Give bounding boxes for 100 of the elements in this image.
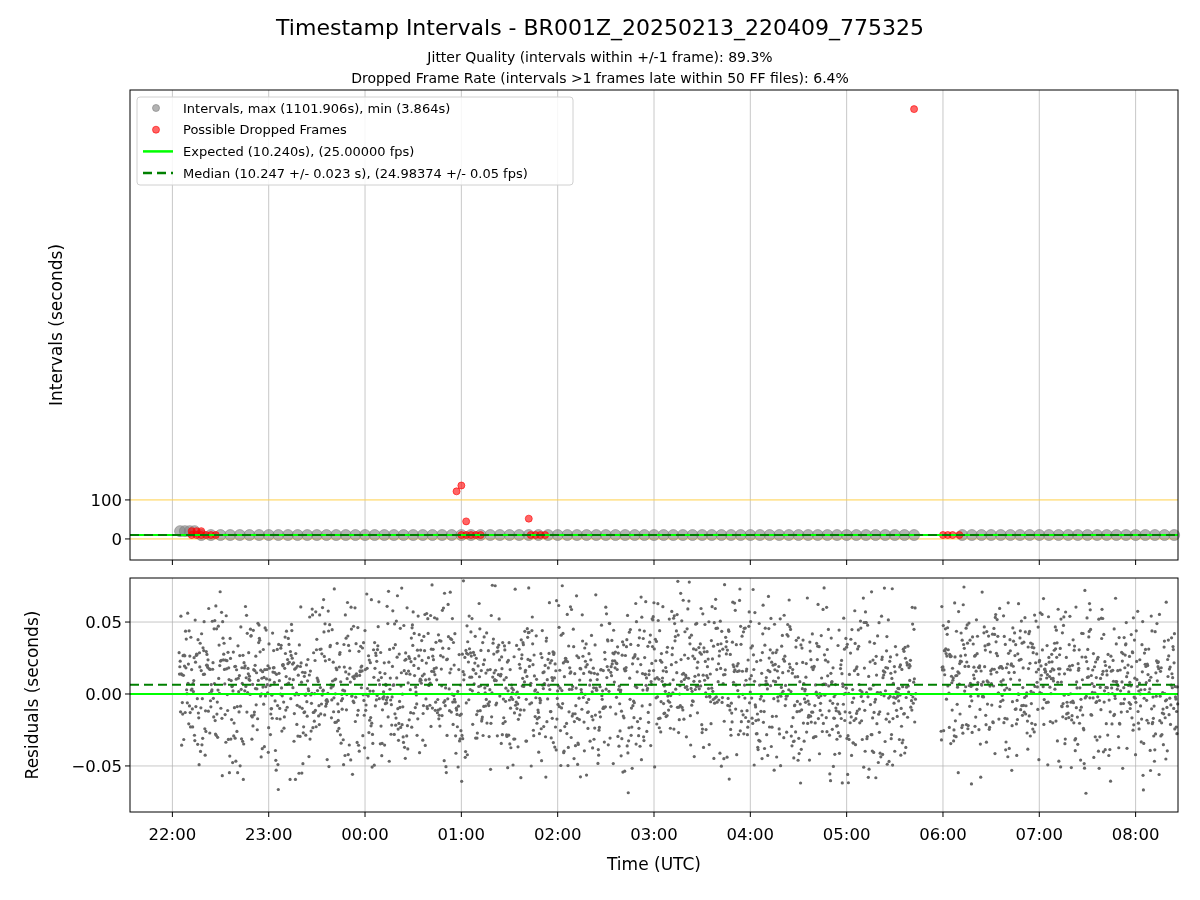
data-point bbox=[330, 529, 343, 542]
data-point bbox=[1062, 529, 1075, 542]
x-tick-label: 08:00 bbox=[1111, 825, 1160, 844]
data-point bbox=[609, 529, 622, 542]
x-tick-label: 04:00 bbox=[726, 825, 775, 844]
data-point bbox=[310, 529, 323, 542]
y-tick-label: 0 bbox=[111, 529, 122, 549]
data-point bbox=[943, 531, 952, 540]
data-point bbox=[1052, 529, 1065, 542]
data-point bbox=[580, 529, 593, 542]
data-point bbox=[368, 529, 381, 542]
data-point bbox=[879, 529, 892, 542]
data-point bbox=[599, 529, 612, 542]
x-tick-label: 02:00 bbox=[533, 825, 582, 844]
data-point bbox=[378, 529, 391, 542]
data-point bbox=[667, 529, 680, 542]
legend-label: Possible Dropped Frames bbox=[183, 122, 347, 138]
x-tick-label: 00:00 bbox=[341, 825, 389, 844]
y-tick-label: −0.05 bbox=[71, 756, 122, 776]
data-point bbox=[359, 529, 372, 542]
data-point bbox=[869, 529, 882, 542]
data-point bbox=[493, 529, 506, 542]
data-point bbox=[262, 529, 275, 542]
data-point bbox=[686, 529, 699, 542]
data-point bbox=[910, 105, 919, 114]
data-point bbox=[985, 529, 998, 542]
data-point bbox=[452, 487, 461, 496]
x-tick-label: 01:00 bbox=[437, 825, 486, 844]
data-point bbox=[349, 529, 362, 542]
data-point bbox=[436, 529, 449, 542]
data-point bbox=[744, 529, 757, 542]
data-point bbox=[281, 529, 294, 542]
legend-label: Expected (10.240s), (25.00000 fps) bbox=[183, 143, 415, 159]
figure-title: Timestamp Intervals - BR001Z_20250213_220409_775325 bbox=[276, 14, 924, 43]
data-point bbox=[734, 529, 747, 542]
data-point bbox=[850, 529, 863, 542]
data-point bbox=[416, 529, 429, 542]
data-point bbox=[725, 529, 738, 542]
data-point bbox=[811, 529, 824, 542]
data-point bbox=[975, 529, 988, 542]
data-point bbox=[1023, 529, 1036, 542]
data-point bbox=[676, 529, 689, 542]
x-axis-label: Time (UTC) bbox=[607, 854, 701, 874]
data-point bbox=[1081, 529, 1094, 542]
data-point bbox=[1148, 529, 1161, 542]
data-point bbox=[524, 514, 533, 523]
data-point bbox=[407, 529, 420, 542]
data-point bbox=[1091, 529, 1104, 542]
y-tick-label: 100 bbox=[90, 490, 122, 510]
data-point bbox=[628, 529, 641, 542]
data-point bbox=[831, 529, 843, 542]
data-point bbox=[657, 529, 670, 542]
data-point bbox=[1110, 529, 1123, 542]
data-point bbox=[590, 529, 603, 542]
data-point bbox=[272, 529, 285, 542]
legend-line-icon bbox=[143, 150, 173, 153]
data-point bbox=[387, 529, 400, 542]
data-point bbox=[1168, 529, 1181, 542]
x-tick-label: 22:00 bbox=[148, 825, 197, 844]
data-point bbox=[619, 529, 632, 542]
data-point bbox=[320, 529, 333, 542]
data-point bbox=[426, 529, 439, 542]
data-point bbox=[1033, 529, 1046, 542]
x-tick-label: 07:00 bbox=[1015, 825, 1064, 844]
data-point bbox=[224, 529, 237, 542]
data-point bbox=[773, 529, 786, 542]
legend-label: Median (10.247 +/- 0.023 s), (24.98374 +/- 0.05 fps) bbox=[183, 165, 528, 181]
data-point bbox=[908, 529, 921, 542]
data-point bbox=[291, 529, 304, 542]
data-point bbox=[1014, 529, 1027, 542]
data-point bbox=[233, 529, 246, 542]
data-point bbox=[898, 529, 911, 542]
data-point bbox=[1100, 529, 1113, 542]
data-point bbox=[705, 529, 718, 542]
y-axis-label: Residuals (seconds) bbox=[22, 610, 42, 780]
data-point bbox=[1139, 529, 1152, 542]
y-axis-label: Intervals (seconds) bbox=[46, 243, 66, 407]
data-point bbox=[570, 529, 583, 542]
data-point bbox=[1158, 529, 1171, 542]
figure-subtitle: Jitter Quality (intervals within +/-1 frame): 89.3% bbox=[427, 48, 773, 67]
data-point bbox=[638, 529, 651, 542]
figure-subtitle: Dropped Frame Rate (intervals >1 frames late within 50 FF files): 6.4% bbox=[351, 69, 849, 88]
legend-line-icon bbox=[143, 171, 173, 175]
legend-label: Intervals, max (1101.906s), min (3.864s) bbox=[183, 100, 451, 116]
data-point bbox=[821, 529, 834, 542]
data-point bbox=[715, 529, 728, 542]
data-point bbox=[457, 481, 466, 490]
x-tick-label: 23:00 bbox=[244, 825, 293, 844]
data-point bbox=[792, 529, 805, 542]
data-point bbox=[1004, 529, 1017, 542]
data-point bbox=[1071, 529, 1084, 542]
data-point bbox=[339, 529, 352, 542]
data-point bbox=[888, 529, 901, 542]
x-tick-label: 03:00 bbox=[630, 825, 678, 844]
data-point bbox=[782, 529, 795, 542]
data-point bbox=[397, 529, 410, 542]
data-point bbox=[253, 529, 266, 542]
data-point bbox=[462, 517, 471, 526]
y-tick-label: 0.00 bbox=[85, 685, 122, 704]
data-point bbox=[648, 529, 660, 542]
